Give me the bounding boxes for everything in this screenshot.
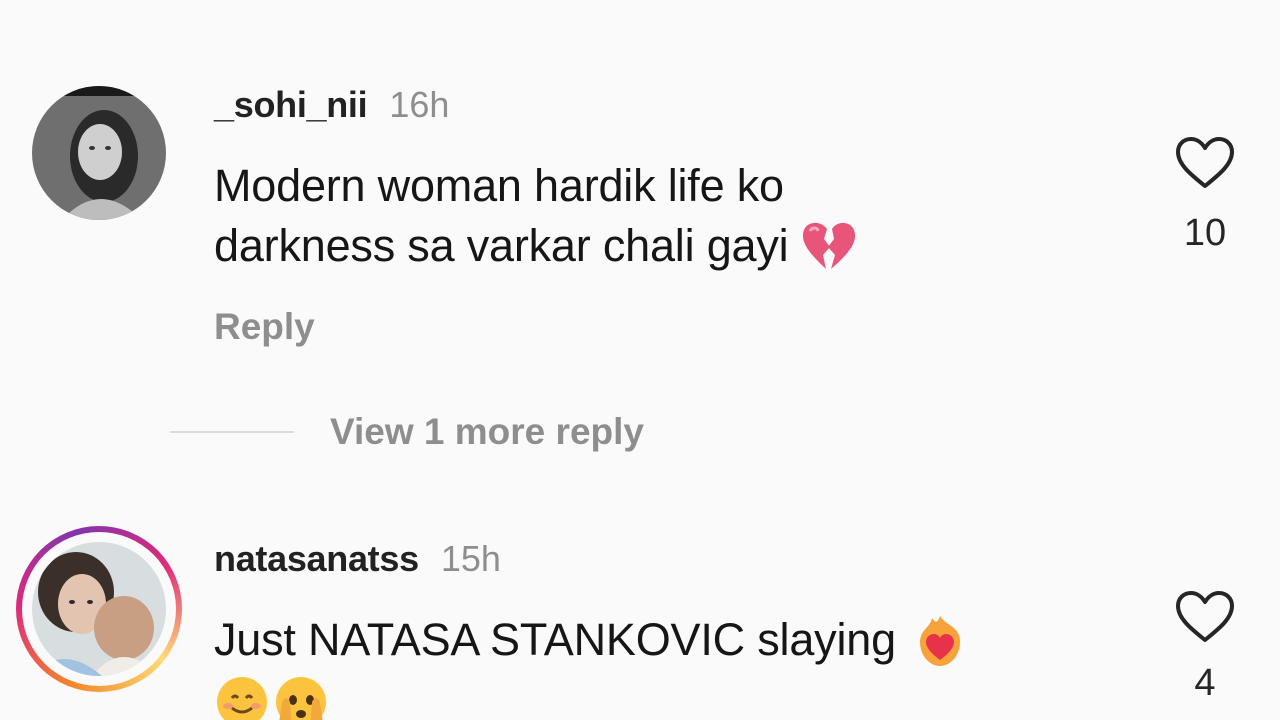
like-count: 10 xyxy=(1183,212,1227,254)
face-peeking-icon xyxy=(276,677,326,720)
timestamp: 15h xyxy=(440,538,501,579)
comment-line: darkness sa varkar chali gayi xyxy=(214,220,789,271)
avatar-photo xyxy=(32,542,166,676)
broken-heart-icon xyxy=(803,222,856,269)
comment-line-with-emoji: Just NATASA STANKOVIC slaying xyxy=(214,610,968,670)
comment-text: Just NATASA STANKOVIC slaying xyxy=(214,610,968,720)
comment-emoji-line xyxy=(214,674,968,720)
avatar[interactable] xyxy=(32,86,166,220)
divider xyxy=(170,431,294,433)
view-more-replies[interactable]: View 1 more reply xyxy=(170,406,644,458)
comment-header: _sohi_nii 16h xyxy=(214,84,449,126)
heart-icon[interactable] xyxy=(1174,590,1236,644)
like-count: 4 xyxy=(1194,662,1216,704)
heart-icon[interactable] xyxy=(1174,136,1236,190)
like-control: 10 xyxy=(1170,136,1240,255)
heart-on-fire-icon xyxy=(919,616,960,666)
like-control: 4 xyxy=(1170,590,1240,705)
smiling-face-icon xyxy=(217,677,267,720)
comment-line: Modern woman hardik life ko xyxy=(214,160,784,211)
comment-line: Just NATASA STANKOVIC slaying xyxy=(214,614,896,665)
avatar[interactable] xyxy=(32,542,166,676)
avatar-photo xyxy=(32,86,166,220)
comment-text: Modern woman hardik life ko darkness sa … xyxy=(214,156,858,276)
view-more-label[interactable]: View 1 more reply xyxy=(330,411,644,453)
timestamp: 16h xyxy=(389,84,450,125)
username[interactable]: natasanatss xyxy=(214,538,419,579)
story-ring[interactable] xyxy=(16,526,182,692)
comment-header: natasanatss 15h xyxy=(214,538,501,580)
comment-line-with-emoji: darkness sa varkar chali gayi xyxy=(214,216,858,276)
reply-button[interactable]: Reply xyxy=(214,306,315,348)
username[interactable]: _sohi_nii xyxy=(214,84,368,125)
